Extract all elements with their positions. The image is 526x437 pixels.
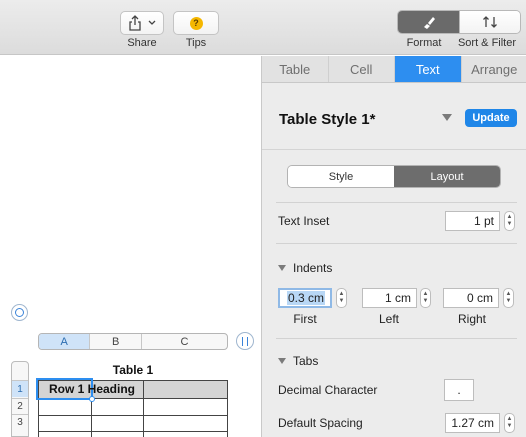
decimal-character-label: Decimal Character — [278, 383, 378, 397]
divider — [276, 243, 517, 244]
chevron-up-icon: ▲ — [506, 416, 513, 422]
chevron-up-icon: ▲ — [422, 291, 429, 297]
decimal-character-field[interactable]: . — [444, 379, 474, 401]
paragraph-style-row: Table Style 1* Update — [262, 84, 526, 150]
chevron-down-icon: ▼ — [505, 298, 512, 304]
cell-a1-text: Row 1 Heading — [48, 382, 135, 396]
tips-label: Tips — [185, 37, 207, 49]
paragraph-style-name[interactable]: Table Style 1* — [279, 111, 375, 128]
sort-arrows-icon — [483, 16, 497, 28]
style-segment[interactable]: Style — [288, 166, 394, 187]
default-spacing-stepper[interactable]: ▲ ▼ — [504, 413, 515, 433]
column-header-bar: A B C — [38, 333, 228, 350]
tab-arrange[interactable]: Arrange — [462, 56, 526, 82]
question-icon: ? — [189, 16, 203, 30]
indent-first-stepper[interactable]: ▲ ▼ — [336, 288, 347, 308]
chevron-down-icon: ▼ — [338, 298, 345, 304]
sort-filter-label: Sort & Filter — [457, 37, 517, 49]
chevron-up-icon: ▲ — [338, 291, 345, 297]
tab-text[interactable]: Text — [395, 56, 462, 82]
indent-right-label: Right — [457, 312, 486, 326]
tab-cell[interactable]: Cell — [329, 56, 395, 82]
table-select-handle[interactable] — [11, 304, 28, 321]
default-spacing-field[interactable]: 1.27 cm — [445, 413, 500, 433]
pause-icon — [242, 336, 248, 346]
indents-disclosure-icon[interactable] — [278, 265, 286, 271]
divider — [276, 338, 517, 339]
format-label: Format — [406, 37, 442, 49]
style-dropdown-icon[interactable] — [442, 114, 452, 121]
text-inset-field[interactable]: 1 pt — [445, 211, 500, 231]
indent-right-field[interactable]: 0 cm — [443, 288, 499, 308]
document-canvas: A B C Table 1 1 2 3 Row 1 Heading — [0, 56, 261, 437]
chevron-down-icon: ▼ — [506, 221, 513, 227]
layout-segment[interactable]: Layout — [394, 166, 500, 187]
tabs-disclosure-icon[interactable] — [278, 358, 286, 364]
paintbrush-icon — [423, 17, 435, 29]
divider — [276, 202, 517, 203]
style-layout-control: Style Layout — [287, 165, 501, 188]
indent-left-label: Left — [378, 312, 399, 326]
chevron-down-icon — [148, 20, 156, 25]
resize-handle[interactable] — [89, 396, 95, 402]
tips-button[interactable]: ? — [173, 11, 219, 35]
column-header-c[interactable]: C — [142, 334, 227, 349]
chevron-down-icon: ▼ — [422, 298, 429, 304]
tab-table[interactable]: Table — [262, 56, 329, 82]
indent-first-value: 0.3 cm — [286, 291, 325, 305]
row-header-2[interactable]: 2 — [12, 398, 28, 413]
format-button[interactable] — [398, 11, 459, 33]
chevron-up-icon: ▲ — [505, 291, 512, 297]
indent-left-stepper[interactable]: ▲ ▼ — [420, 288, 431, 308]
indent-first-label: First — [293, 312, 317, 326]
share-label: Share — [127, 37, 157, 49]
table-columns-handle[interactable] — [236, 332, 254, 350]
indent-left-field[interactable]: 1 cm — [362, 288, 417, 308]
inspector-tabs: Table Cell Text Arrange — [262, 56, 526, 83]
update-button[interactable]: Update — [465, 109, 517, 127]
text-inset-label: Text Inset — [278, 214, 330, 228]
grid-line — [39, 431, 227, 432]
indent-first-field[interactable]: 0.3 cm — [278, 288, 332, 308]
chevron-down-icon: ▼ — [506, 423, 513, 429]
column-header-a[interactable]: A — [39, 334, 91, 349]
table-title[interactable]: Table 1 — [38, 363, 228, 377]
sort-filter-button[interactable] — [459, 11, 520, 33]
grid-line — [39, 415, 227, 416]
tabs-section-label: Tabs — [293, 354, 319, 368]
chevron-up-icon: ▲ — [506, 214, 513, 220]
format-sort-control — [397, 10, 521, 34]
default-spacing-label: Default Spacing — [278, 416, 363, 430]
text-inset-stepper[interactable]: ▲ ▼ — [504, 211, 515, 231]
row-header-1[interactable]: 1 — [12, 380, 28, 397]
circle-icon — [15, 308, 24, 317]
indents-label: Indents — [293, 261, 333, 275]
row-header-3[interactable]: 3 — [12, 414, 28, 429]
indent-right-stepper[interactable]: ▲ ▼ — [503, 288, 514, 308]
toolbar: Share ? Tips Format Sort & Filter — [0, 0, 526, 55]
column-header-b[interactable]: B — [90, 334, 142, 349]
share-button[interactable] — [120, 11, 164, 35]
share-icon — [129, 15, 141, 31]
format-inspector: Table Cell Text Arrange Table Style 1* U… — [261, 56, 526, 437]
